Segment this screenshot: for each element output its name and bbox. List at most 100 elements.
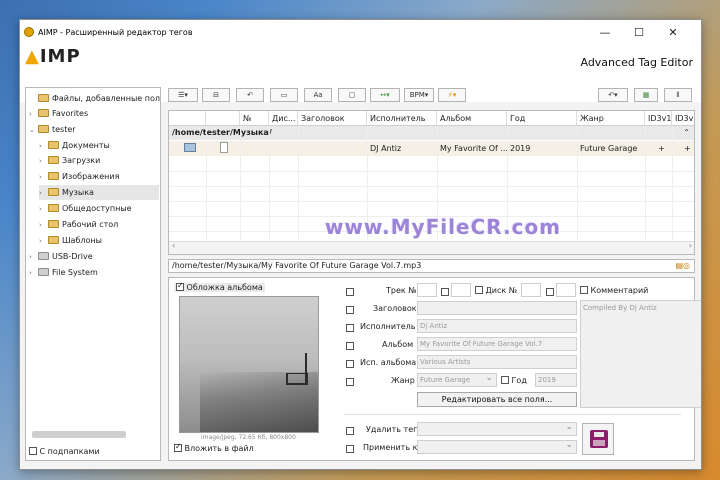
column-header-file[interactable] bbox=[206, 111, 240, 126]
tree-item-downloads[interactable]: › Загрузки bbox=[39, 153, 100, 168]
tree-item-images[interactable]: › Изображения bbox=[39, 169, 119, 184]
tree-item-file-system[interactable]: › File System bbox=[29, 265, 98, 280]
divider bbox=[344, 414, 681, 415]
close-button[interactable]: ✕ bbox=[656, 20, 690, 46]
genre-checkbox[interactable] bbox=[346, 378, 354, 386]
tree-horizontal-scrollbar[interactable] bbox=[32, 431, 126, 438]
track-total-checkbox[interactable] bbox=[441, 288, 449, 296]
comment-textarea[interactable]: Compiled By Dj Antiz bbox=[580, 300, 701, 408]
album-art-image[interactable] bbox=[179, 296, 319, 433]
track-input[interactable] bbox=[417, 283, 437, 297]
column-header-id3v2[interactable]: ID3v2 bbox=[672, 111, 694, 126]
year-input[interactable]: 2019 bbox=[535, 373, 577, 387]
remove-tag-select[interactable] bbox=[417, 422, 577, 436]
lyrics-button[interactable]: ▢ bbox=[338, 88, 366, 102]
column-header-track[interactable]: № bbox=[240, 111, 269, 126]
artist-checkbox[interactable] bbox=[346, 324, 354, 332]
maximize-button[interactable]: ☐ bbox=[622, 20, 656, 46]
minimize-button[interactable]: — bbox=[588, 20, 622, 46]
disc-total-checkbox[interactable] bbox=[546, 288, 554, 296]
album-artist-input[interactable]: Various Artists bbox=[417, 355, 577, 369]
subfolders-checkbox[interactable]: С подпапками bbox=[29, 444, 100, 459]
rename-button[interactable]: ↶ bbox=[236, 88, 264, 102]
folder-icon bbox=[48, 220, 59, 228]
disc-input[interactable] bbox=[521, 283, 541, 297]
album-art-checkbox[interactable]: Обложка альбома bbox=[174, 281, 265, 292]
checkbox-icon bbox=[501, 376, 509, 384]
tree-item-favorites[interactable]: › Favorites bbox=[29, 106, 88, 121]
title-input[interactable] bbox=[417, 301, 577, 315]
tag-editor-window: AIMP - Расширенный редактор тегов — ☐ ✕ … bbox=[19, 19, 702, 470]
column-header-art[interactable] bbox=[169, 111, 206, 126]
cell-album: My Favorite Of ... bbox=[440, 144, 507, 153]
tree-item-documents[interactable]: › Документы bbox=[39, 138, 110, 153]
apply-to-label: Применить к bbox=[363, 443, 418, 452]
tag-copy-button[interactable]: ⊟ bbox=[202, 88, 230, 102]
cell-id3v1: + bbox=[658, 144, 665, 153]
drive-icon bbox=[38, 252, 49, 260]
apply-to-checkbox[interactable] bbox=[346, 445, 354, 453]
folder-icon bbox=[48, 141, 59, 149]
bpm-menu-button[interactable]: BPM▾ bbox=[404, 88, 434, 102]
column-header-genre[interactable]: Жанр bbox=[577, 111, 645, 126]
tag-editor-panel: Обложка альбома image/jpeg, 72.65 Кб, 80… bbox=[168, 277, 701, 461]
title-checkbox[interactable] bbox=[346, 306, 354, 314]
disc-total-input[interactable] bbox=[556, 283, 576, 297]
artist-label: Исполнитель bbox=[360, 322, 416, 331]
column-header-disc[interactable]: Дис... bbox=[269, 111, 298, 126]
edit-all-fields-button[interactable]: Редактировать все поля... bbox=[417, 392, 577, 407]
aimp-app-icon bbox=[24, 27, 34, 37]
album-artist-label: Исп. альбома bbox=[360, 358, 417, 367]
tree-item-tester[interactable]: ⌄ tester bbox=[29, 122, 76, 137]
group-row-folder[interactable]: /home/tester/Музыка/⌃ bbox=[169, 126, 694, 140]
column-header-year[interactable]: Год bbox=[507, 111, 577, 126]
remove-tag-checkbox[interactable] bbox=[346, 427, 354, 435]
track-total-input[interactable] bbox=[451, 283, 471, 297]
table-horizontal-scrollbar[interactable]: ‹ › bbox=[169, 241, 694, 254]
comment-checkbox[interactable]: Комментарий bbox=[580, 286, 648, 295]
genre-select[interactable]: Future Garage bbox=[417, 373, 497, 387]
tree-item-templates[interactable]: › Шаблоны bbox=[39, 233, 102, 248]
folder-icon bbox=[38, 109, 49, 117]
column-header-album[interactable]: Альбом bbox=[437, 111, 507, 126]
window-title: AIMP - Расширенный редактор тегов bbox=[38, 28, 193, 37]
artist-input[interactable]: Dj Antiz bbox=[417, 319, 577, 333]
tree-item-user-files[interactable]: Файлы, добавленные польз bbox=[29, 91, 160, 106]
album-checkbox[interactable] bbox=[346, 342, 354, 350]
tree-item-public[interactable]: › Общедоступные bbox=[39, 201, 132, 216]
document-icon: ▢ bbox=[348, 91, 356, 99]
column-header-title[interactable]: Заголовок bbox=[298, 111, 367, 126]
case-button[interactable]: Aa bbox=[304, 88, 332, 102]
collapse-icon: ⌃ bbox=[683, 128, 690, 137]
checkbox-icon bbox=[29, 447, 37, 455]
file-path-field[interactable]: /home/tester/Музыка/My Favorite Of Futur… bbox=[168, 259, 695, 273]
columns-button[interactable]: ▦ bbox=[634, 88, 658, 102]
scroll-right-icon: › bbox=[688, 241, 692, 250]
column-header-artist[interactable]: Исполнитель bbox=[367, 111, 437, 126]
track-checkbox[interactable] bbox=[346, 288, 354, 296]
settings-button[interactable]: ⫴ bbox=[664, 88, 692, 102]
title-label: Заголовок bbox=[373, 304, 417, 313]
convert-menu-button[interactable]: ↔▾ bbox=[370, 88, 400, 102]
sort-menu-button[interactable]: ☰▾ bbox=[168, 88, 198, 102]
tree-item-desktop[interactable]: › Рабочий стол bbox=[39, 217, 118, 232]
table-row[interactable]: DJ Antiz My Favorite Of ... 2019 Future … bbox=[169, 141, 694, 156]
year-checkbox[interactable]: Год bbox=[501, 376, 527, 385]
chevron-down-icon: ⌄ bbox=[29, 126, 35, 134]
column-header-id3v1[interactable]: ID3v1 bbox=[645, 111, 672, 126]
album-artist-checkbox[interactable] bbox=[346, 360, 354, 368]
folder-icon bbox=[48, 172, 59, 180]
actions-menu-button[interactable]: ⚡▾ bbox=[438, 88, 466, 102]
chevron-right-icon: › bbox=[29, 110, 32, 118]
undo-menu-button[interactable]: ↶▾ bbox=[598, 88, 628, 102]
tree-item-usb-drive[interactable]: › USB-Drive bbox=[29, 249, 93, 264]
tree-item-music[interactable]: › Музыка bbox=[39, 185, 159, 200]
embed-in-file-checkbox[interactable]: Вложить в файл bbox=[174, 442, 254, 453]
tag-from-name-button[interactable]: ▭ bbox=[270, 88, 298, 102]
save-button[interactable] bbox=[582, 423, 614, 455]
checkbox-icon bbox=[174, 442, 182, 452]
disc-checkbox[interactable]: Диск № bbox=[475, 286, 517, 295]
remove-tag-label: Удалить тег bbox=[366, 425, 418, 434]
apply-to-select[interactable] bbox=[417, 440, 577, 454]
album-input[interactable]: My Favorite Of Future Garage Vol.7 bbox=[417, 337, 577, 351]
